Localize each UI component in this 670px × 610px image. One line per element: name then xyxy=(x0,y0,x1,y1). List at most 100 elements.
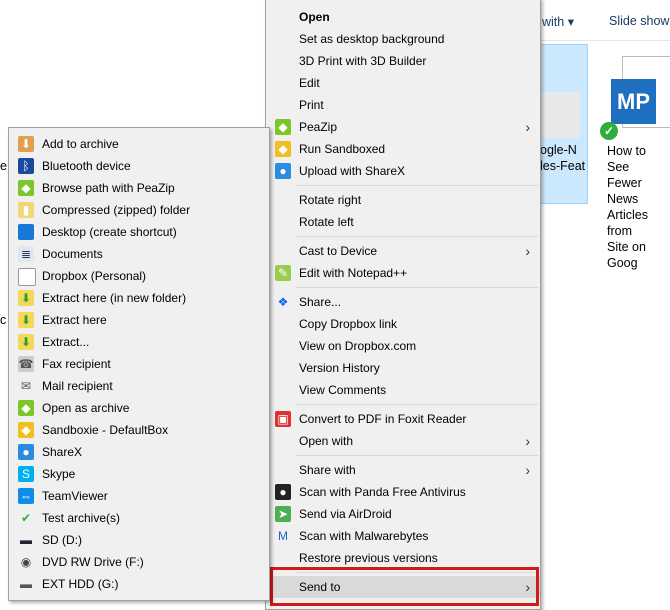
send-to-item-open-as-archive[interactable]: ◆ Open as archive xyxy=(9,397,269,419)
send-to-item-extract[interactable]: ⬇ Extract... xyxy=(9,331,269,353)
context-menu-item-edit[interactable]: Edit xyxy=(266,72,540,94)
send-to-item-ext-hdd-g[interactable]: ▬ EXT HDD (G:) xyxy=(9,573,269,595)
context-menu-item-scan-with-panda-free-antivirus[interactable]: ● Scan with Panda Free Antivirus xyxy=(266,481,540,503)
send-to-item-browse-path-with-peazip[interactable]: ◆ Browse path with PeaZip xyxy=(9,177,269,199)
context-menu-item-rotate-left[interactable]: Rotate left xyxy=(266,211,540,233)
context-menu-item-share[interactable]: ❖ Share... xyxy=(266,291,540,313)
send-to-item-extract-here-in-new-folder[interactable]: ⬇ Extract here (in new folder) xyxy=(9,287,269,309)
bluetooth-icon: ᛒ xyxy=(18,158,34,174)
context-menu-item-copy-dropbox-link[interactable]: Copy Dropbox link xyxy=(266,313,540,335)
send-to-item-sandboxie-defaultbox[interactable]: ◆ Sandboxie - DefaultBox xyxy=(9,419,269,441)
teamviewer-icon: ⇔ xyxy=(18,488,34,504)
extract-icon: ⬇ xyxy=(18,312,34,328)
menu-item-label: Upload with ShareX xyxy=(299,164,406,178)
blank-file-icon xyxy=(18,268,36,286)
menu-item-label: Scan with Panda Free Antivirus xyxy=(299,485,466,499)
airdroid-icon: ➤ xyxy=(275,506,291,522)
menu-item-label: Skype xyxy=(42,467,76,481)
file-name-line: Fewer News xyxy=(607,176,642,206)
menu-item-label: Edit xyxy=(299,76,320,90)
menu-item-label: TeamViewer xyxy=(42,489,108,503)
context-menu-item-edit-with-notepad[interactable]: ✎ Edit with Notepad++ xyxy=(266,262,540,284)
send-to-item-add-to-archive[interactable]: ⬇ Add to archive xyxy=(9,133,269,155)
context-menu: Open Set as desktop background 3D Print wi… xyxy=(265,0,541,610)
context-menu-item-open-with[interactable]: Open with › xyxy=(266,430,540,452)
context-menu-item-3d-print-with-3d-builder[interactable]: 3D Print with 3D Builder xyxy=(266,50,540,72)
skype-icon: S xyxy=(18,466,34,482)
context-menu-item-version-history[interactable]: Version History xyxy=(266,357,540,379)
send-to-item-documents[interactable]: ≣ Documents xyxy=(9,243,269,265)
extract-icon: ⬇ xyxy=(18,334,34,350)
send-to-item-dvd-rw-drive-f[interactable]: ◉ DVD RW Drive (F:) xyxy=(9,551,269,573)
menu-item-label: Restore previous versions xyxy=(299,551,438,565)
send-to-item-compressed-zipped-folder[interactable]: ▮ Compressed (zipped) folder xyxy=(9,199,269,221)
menu-item-label: Compressed (zipped) folder xyxy=(42,203,191,217)
menu-item-label: Sandboxie - DefaultBox xyxy=(42,423,169,437)
check-icon: ✔ xyxy=(20,511,32,525)
chevron-right-icon: › xyxy=(525,119,530,135)
documents-icon: ≣ xyxy=(18,246,34,262)
chevron-right-icon: › xyxy=(525,243,530,259)
fax-icon: ☎ xyxy=(18,356,34,372)
menu-item-label: Bluetooth device xyxy=(42,159,131,173)
chevron-right-icon: › xyxy=(525,433,530,449)
send-to-item-teamviewer[interactable]: ⇔ TeamViewer xyxy=(9,485,269,507)
mp-logo-icon: MP xyxy=(611,79,656,124)
send-to-item-dropbox-personal[interactable]: Dropbox (Personal) xyxy=(9,265,269,287)
menu-item-label: Open xyxy=(299,10,330,24)
menu-item-label: View on Dropbox.com xyxy=(299,339,417,353)
menu-item-label: Open with xyxy=(299,434,354,448)
context-menu-item-send-via-airdroid[interactable]: ➤ Send via AirDroid xyxy=(266,503,540,525)
file-name-line: How to See xyxy=(607,144,646,174)
context-menu-item-upload-with-sharex[interactable]: ● Upload with ShareX xyxy=(266,160,540,182)
background-text-fragment: e xyxy=(0,159,7,173)
share-with-button[interactable]: with ▾ xyxy=(542,14,574,29)
file-name[interactable]: How to See Fewer News Articles from Site… xyxy=(607,143,670,271)
context-menu-item-view-comments[interactable]: View Comments xyxy=(266,379,540,401)
context-menu-item-share-with[interactable]: Share with › xyxy=(266,459,540,481)
context-menu-item-peazip[interactable]: ◆ PeaZip › xyxy=(266,116,540,138)
send-to-item-fax-recipient[interactable]: ☎ Fax recipient xyxy=(9,353,269,375)
send-to-item-mail-recipient[interactable]: ✉ Mail recipient xyxy=(9,375,269,397)
menu-item-label: Open as archive xyxy=(42,401,130,415)
menu-item-label: SD (D:) xyxy=(42,533,82,547)
context-menu-item-print[interactable]: Print xyxy=(266,94,540,116)
context-menu-item-run-sandboxed[interactable]: ◆ Run Sandboxed xyxy=(266,138,540,160)
context-menu-item-view-on-dropbox-com[interactable]: View on Dropbox.com xyxy=(266,335,540,357)
context-menu-item-convert-to-pdf-in-foxit-reader[interactable]: ▣ Convert to PDF in Foxit Reader xyxy=(266,408,540,430)
slide-show-button[interactable]: Slide show xyxy=(609,14,669,28)
send-to-item-skype[interactable]: S Skype xyxy=(9,463,269,485)
send-to-submenu: ⬇ Add to archive ᛒ Bluetooth device ◆ Browse … xyxy=(8,127,270,601)
notepadpp-icon: ✎ xyxy=(275,265,291,281)
context-menu-item-cast-to-device[interactable]: Cast to Device › xyxy=(266,240,540,262)
context-menu-item-scan-with-malwarebytes[interactable]: M Scan with Malwarebytes xyxy=(266,525,540,547)
menu-item-label: Test archive(s) xyxy=(42,511,121,525)
send-to-highlight-box xyxy=(270,567,539,606)
send-to-item-extract-here[interactable]: ⬇ Extract here xyxy=(9,309,269,331)
file-name-line: ogle-N xyxy=(540,143,577,157)
zip-folder-icon: ▮ xyxy=(18,202,34,218)
file-name[interactable]: ogle-N les-Feat xyxy=(540,142,585,174)
menu-item-label: 3D Print with 3D Builder xyxy=(299,54,427,68)
menu-item-label: Version History xyxy=(299,361,380,375)
context-menu-item-open[interactable]: Open xyxy=(266,6,540,28)
send-to-item-sharex[interactable]: ● ShareX xyxy=(9,441,269,463)
archive-add-icon: ⬇ xyxy=(18,136,34,152)
context-menu-item-rotate-right[interactable]: Rotate right xyxy=(266,189,540,211)
context-menu-item-restore-previous-versions[interactable]: Restore previous versions xyxy=(266,547,540,569)
malwarebytes-icon: M xyxy=(278,529,288,543)
menu-item-label: Documents xyxy=(42,247,103,261)
menu-item-label: Cast to Device xyxy=(299,244,378,258)
send-to-item-sd-d[interactable]: ▬ SD (D:) xyxy=(9,529,269,551)
background-text-fragment: c xyxy=(0,313,7,327)
context-menu-item-set-as-desktop-background[interactable]: Set as desktop background xyxy=(266,28,540,50)
menu-item-label: Convert to PDF in Foxit Reader xyxy=(299,412,467,426)
menu-item-label: Desktop (create shortcut) xyxy=(42,225,177,239)
menu-item-label: Extract here (in new folder) xyxy=(42,291,187,305)
menu-item-label: Mail recipient xyxy=(42,379,113,393)
peazip-icon: ◆ xyxy=(275,119,291,135)
send-to-item-bluetooth-device[interactable]: ᛒ Bluetooth device xyxy=(9,155,269,177)
panda-icon: ● xyxy=(275,484,291,500)
send-to-item-desktop-create-shortcut[interactable]: Desktop (create shortcut) xyxy=(9,221,269,243)
send-to-item-test-archive-s[interactable]: ✔ Test archive(s) xyxy=(9,507,269,529)
